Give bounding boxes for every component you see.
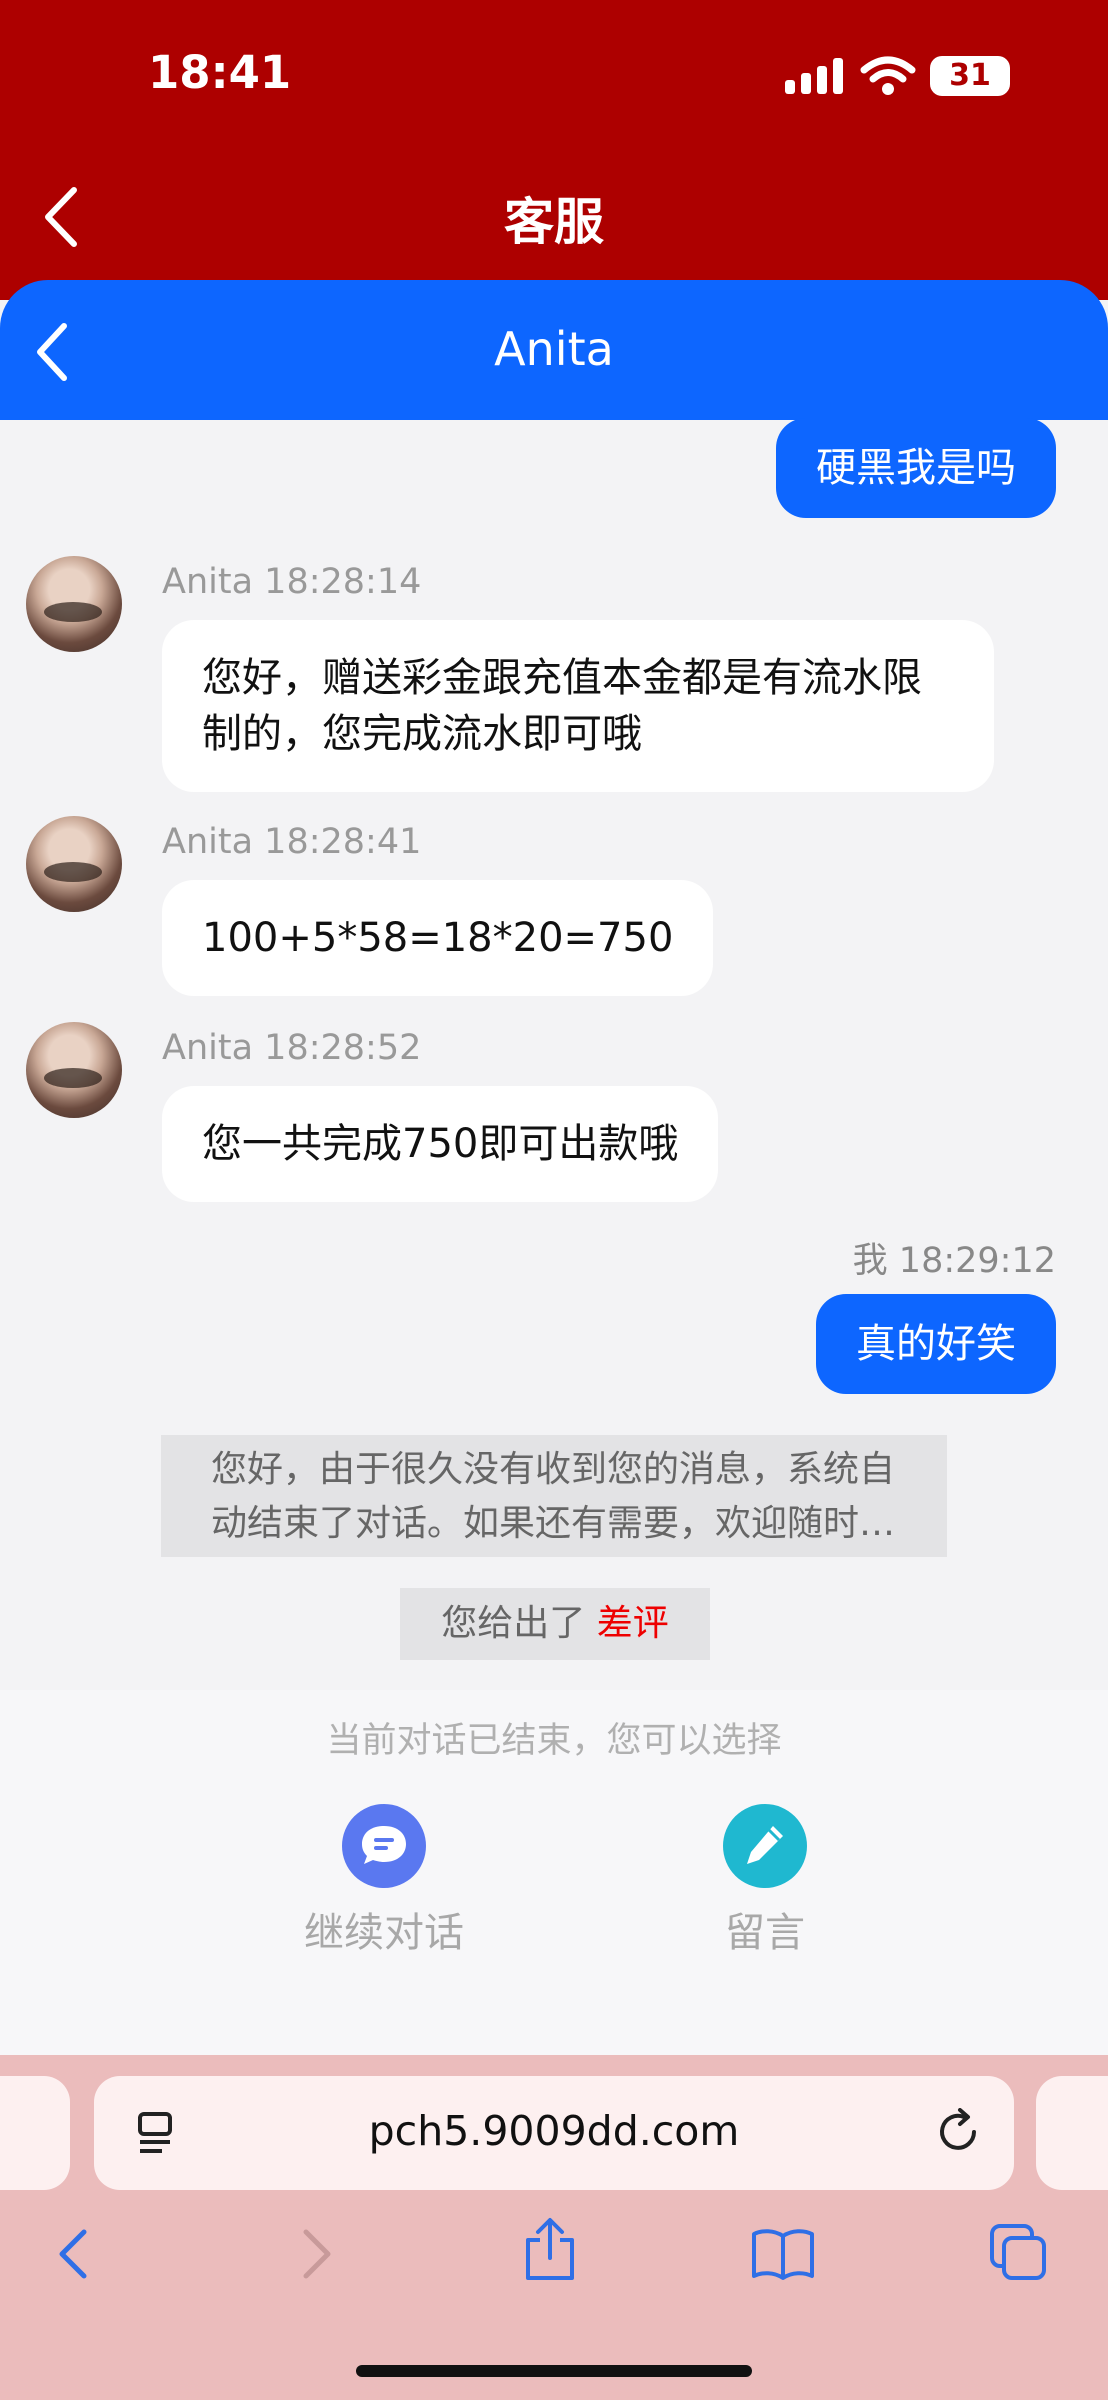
share-icon[interactable]	[520, 2216, 580, 2284]
chat-agent-name: Anita	[494, 322, 614, 376]
battery-indicator: 31	[930, 56, 1010, 96]
ended-notice: 当前对话已结束，您可以选择	[326, 1721, 782, 1761]
message-meta: Anita 18:28:41	[162, 822, 421, 862]
continue-chat-label[interactable]: 继续对话	[264, 1900, 504, 1958]
continue-chat-button[interactable]	[342, 1804, 426, 1888]
sender-name: Anita	[162, 1028, 254, 1068]
message-bubble-agent: 100+5*58=18*20=750	[162, 880, 714, 996]
sender-name: 我	[852, 1241, 888, 1281]
avatar[interactable]	[26, 816, 122, 912]
sender-name: Anita	[162, 562, 254, 602]
avatar[interactable]	[26, 556, 122, 652]
message-bubble-agent: 您好，赠送彩金跟充值本金都是有流水限制的，您完成流水即可哦	[162, 620, 994, 792]
message-time: 18:28:41	[264, 822, 422, 862]
avatar[interactable]	[26, 1022, 122, 1118]
home-indicator[interactable]	[356, 2365, 752, 2377]
rating-notice: 您给出了 差评	[400, 1588, 710, 1660]
message-time: 18:28:52	[264, 1028, 422, 1068]
forward-icon[interactable]	[296, 2226, 336, 2282]
tabs-icon[interactable]	[988, 2222, 1050, 2284]
rating-value: 差评	[596, 1603, 669, 1644]
system-message: 您好，由于很久没有收到您的消息，系统自动结束了对话。如果还有需要，欢迎随时…	[161, 1435, 947, 1557]
back-icon[interactable]	[54, 2226, 94, 2282]
leave-message-button[interactable]	[723, 1804, 807, 1888]
previous-tab-preview[interactable]	[0, 2076, 70, 2190]
cellular-signal-icon	[785, 58, 843, 94]
url-text: pch5.9009dd.com	[368, 2107, 740, 2155]
message-meta: Anita 18:28:52	[162, 1028, 421, 1068]
pencil-icon	[747, 1826, 783, 1864]
page-title: 客服	[504, 193, 604, 251]
sender-name: Anita	[162, 822, 254, 862]
reload-icon[interactable]	[934, 2108, 982, 2156]
message-time: 18:28:14	[264, 562, 422, 602]
bookmarks-icon[interactable]	[750, 2226, 816, 2282]
battery-tip	[1004, 66, 1010, 86]
message-meta: 我 18:29:12	[853, 1232, 1056, 1283]
rating-prefix: 您给出了	[441, 1603, 586, 1644]
next-tab-preview[interactable]	[1036, 2076, 1108, 2190]
message-meta: Anita 18:28:14	[162, 562, 421, 602]
message-time: 18:29:12	[898, 1241, 1056, 1281]
message-bubble-me: 真的好笑	[816, 1294, 1056, 1394]
leave-message-label[interactable]: 留言	[645, 1900, 885, 1958]
chat-bubble-icon	[362, 1826, 406, 1864]
app-header	[0, 0, 1108, 300]
message-bubble-me: 硬黑我是吗	[776, 418, 1056, 518]
status-time: 18:41	[148, 46, 292, 99]
message-bubble-agent: 您一共完成750即可出款哦	[162, 1086, 719, 1202]
wifi-icon	[860, 56, 916, 95]
